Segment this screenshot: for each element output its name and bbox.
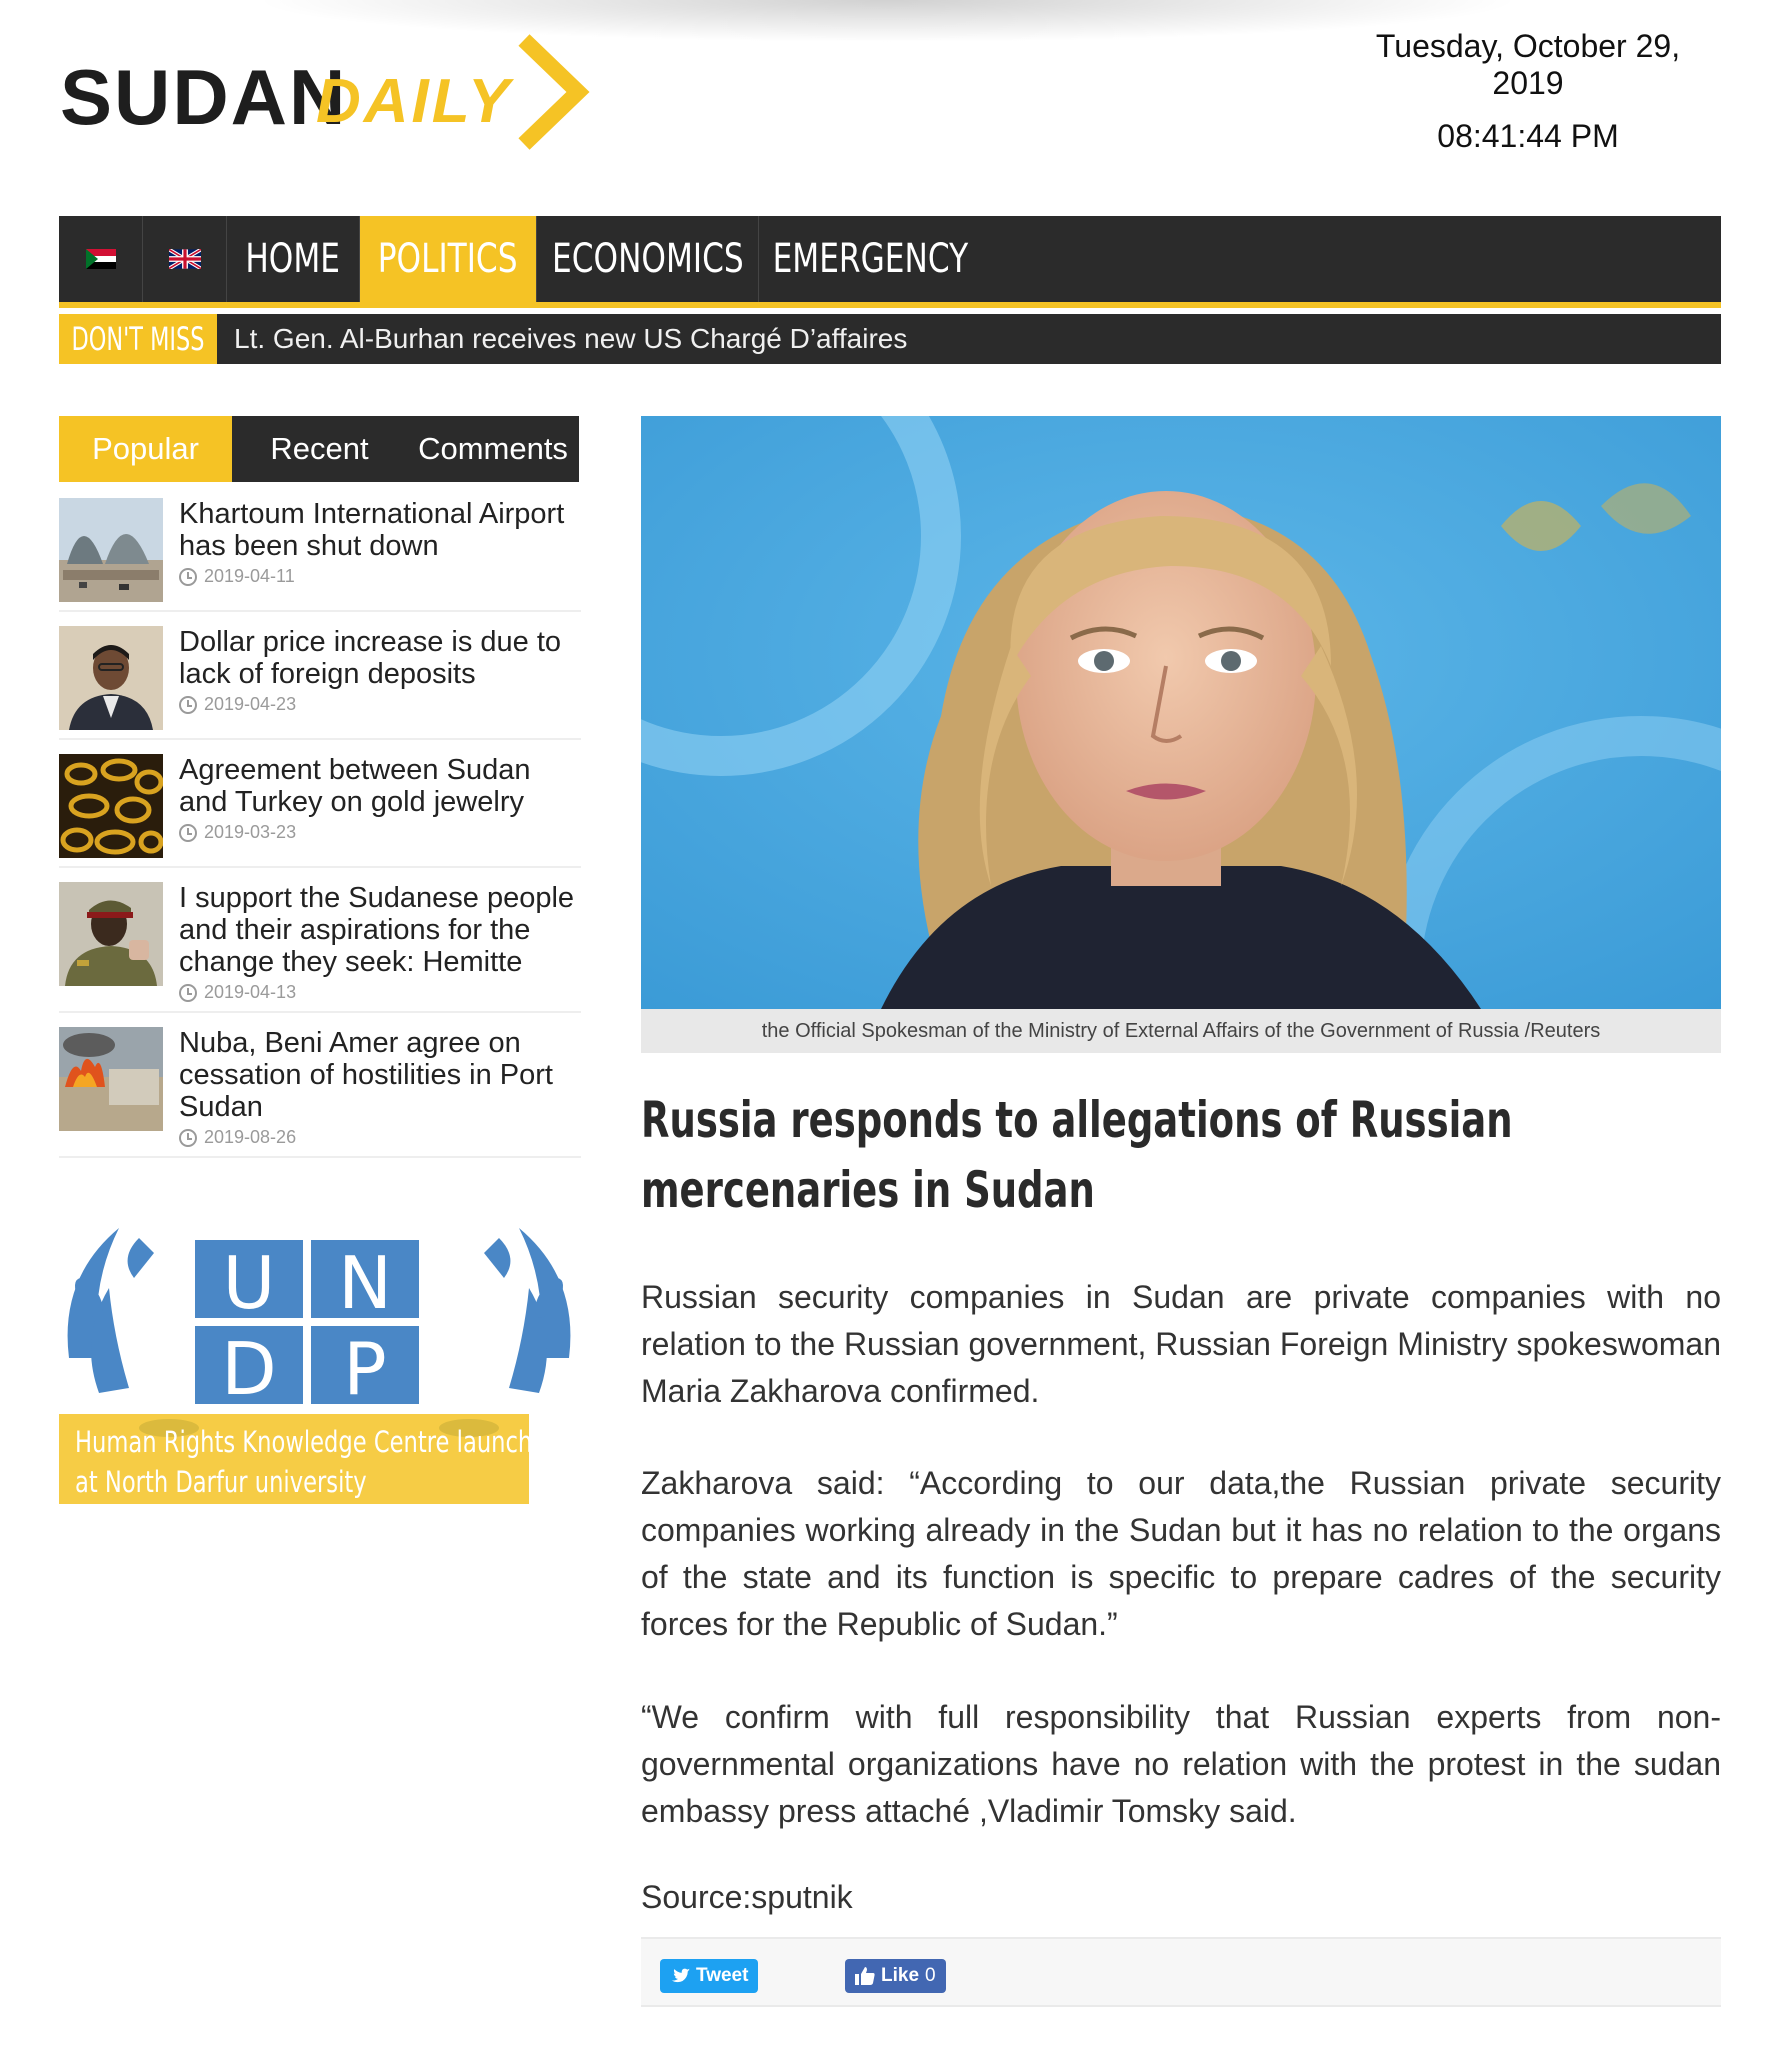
article-paragraph-3: “We confirm with full responsibility tha… [641,1699,1721,1829]
military-officer-thumbnail[interactable] [59,882,163,986]
header-datetime: Tuesday, October 29, 2019 08:41:44 PM [1338,28,1718,155]
list-item-title[interactable]: Nuba, Beni Amer agree on cessation of ho… [179,1027,581,1123]
list-item[interactable]: Agreement between Sudan and Turkey on go… [59,754,581,868]
clock-icon [179,567,197,586]
clock-icon [179,695,197,714]
tab-popular[interactable]: Popular [59,416,232,482]
thumbs-up-icon [855,1967,875,1985]
language-arabic-flag[interactable] [59,216,143,302]
article-hero-image [641,416,1721,1009]
fire-scene-thumbnail[interactable] [59,1027,163,1131]
nav-home[interactable]: HOME [227,216,360,302]
list-item-date: 2019-04-11 [179,566,581,587]
caption-line-2: at North Darfur university [75,1465,367,1499]
tweet-label: Tweet [696,1965,749,1986]
facebook-like-button[interactable]: Like 0 [845,1959,946,1993]
gold-jewelry-thumbnail[interactable] [59,754,163,858]
language-english-flag[interactable] [143,216,227,302]
undp-letter-p: P [343,1327,386,1411]
uk-flag-icon [168,249,201,269]
nav-politics-label: POLITICS [378,236,518,282]
tab-recent[interactable]: Recent [232,416,407,482]
caption-line-1: Human Rights Knowledge Centre launched [75,1425,561,1459]
list-item-title[interactable]: I support the Sudanese people and their … [179,882,581,978]
list-item-date: 2019-03-23 [179,822,581,843]
clock-icon [179,1128,197,1147]
list-item-title[interactable]: Agreement between Sudan and Turkey on go… [179,754,581,818]
list-item[interactable]: Khartoum International Airport has been … [59,498,581,612]
list-item[interactable]: I support the Sudanese people and their … [59,882,581,1013]
list-item-title[interactable]: Khartoum International Airport has been … [179,498,581,562]
like-label: Like [881,1965,920,1986]
share-bar: Tweet Like 0 [641,1937,1721,2007]
list-item-date: 2019-04-13 [179,982,581,1003]
featured-story-caption[interactable]: Human Rights Knowledge Centre launched a… [59,1414,561,1504]
like-count: 0 [925,1965,936,1986]
dont-miss-ticker: DON'T MISS Lt. Gen. Al-Burhan receives n… [59,314,1721,364]
list-item-title[interactable]: Dollar price increase is due to lack of … [179,626,581,690]
nav-economics-label: ECONOMICS [551,236,744,282]
airport-thumbnail[interactable] [59,498,163,602]
popular-list: Khartoum International Airport has been … [59,498,581,1172]
article-title: Russia responds to allegations of Russia… [641,1091,1513,1219]
nav-emergency[interactable]: EMERGENCY [759,216,981,302]
sudan-flag-icon [85,249,116,270]
list-item-date: 2019-08-26 [179,1127,581,1148]
clock-icon [179,823,197,842]
clock-icon [179,983,197,1002]
official-portrait-thumbnail[interactable] [59,626,163,730]
undp-letter-d: D [221,1327,276,1411]
nav-economics[interactable]: ECONOMICS [537,216,759,302]
tab-comments[interactable]: Comments [407,416,579,482]
undp-letter-n: N [338,1241,392,1325]
article-paragraph-2: Zakharova said: “According to our data,t… [641,1465,1721,1642]
nav-politics[interactable]: POLITICS [360,216,537,302]
list-item[interactable]: Dollar price increase is due to lack of … [59,626,581,740]
featured-undp-story[interactable]: U N D P Human Rights Knowledge Centre la… [59,1218,579,1508]
undp-letter-u: U [223,1241,276,1325]
current-time: 08:41:44 PM [1437,118,1619,154]
logo-word-daily: DAILY [316,67,513,136]
image-caption: the Official Spokesman of the Ministry o… [641,1009,1721,1053]
twitter-bird-icon [671,1968,690,1982]
current-date: Tuesday, October 29, 2019 [1375,28,1681,101]
article-paragraph-1: Russian security companies in Sudan are … [641,1279,1721,1409]
ticker-headline-link[interactable]: Lt. Gen. Al-Burhan receives new US Charg… [217,323,907,355]
site-logo[interactable]: SUDAN DAILY [60,30,600,160]
sidebar-tabs: Popular Recent Comments [59,416,579,482]
nav-emergency-label: EMERGENCY [772,236,968,282]
ticker-label: DON'T MISS [59,314,217,364]
nav-home-label: HOME [245,236,341,282]
tweet-button[interactable]: Tweet [660,1959,759,1993]
logo-chevron-icon [518,34,590,150]
article-source: Source:sputnik [641,1879,853,1915]
list-item[interactable]: Nuba, Beni Amer agree on cessation of ho… [59,1027,581,1158]
list-item-date: 2019-04-23 [179,694,581,715]
main-navbar: HOME POLITICS ECONOMICS EMERGENCY [59,216,1721,308]
logo-word-sudan: SUDAN [60,53,348,141]
